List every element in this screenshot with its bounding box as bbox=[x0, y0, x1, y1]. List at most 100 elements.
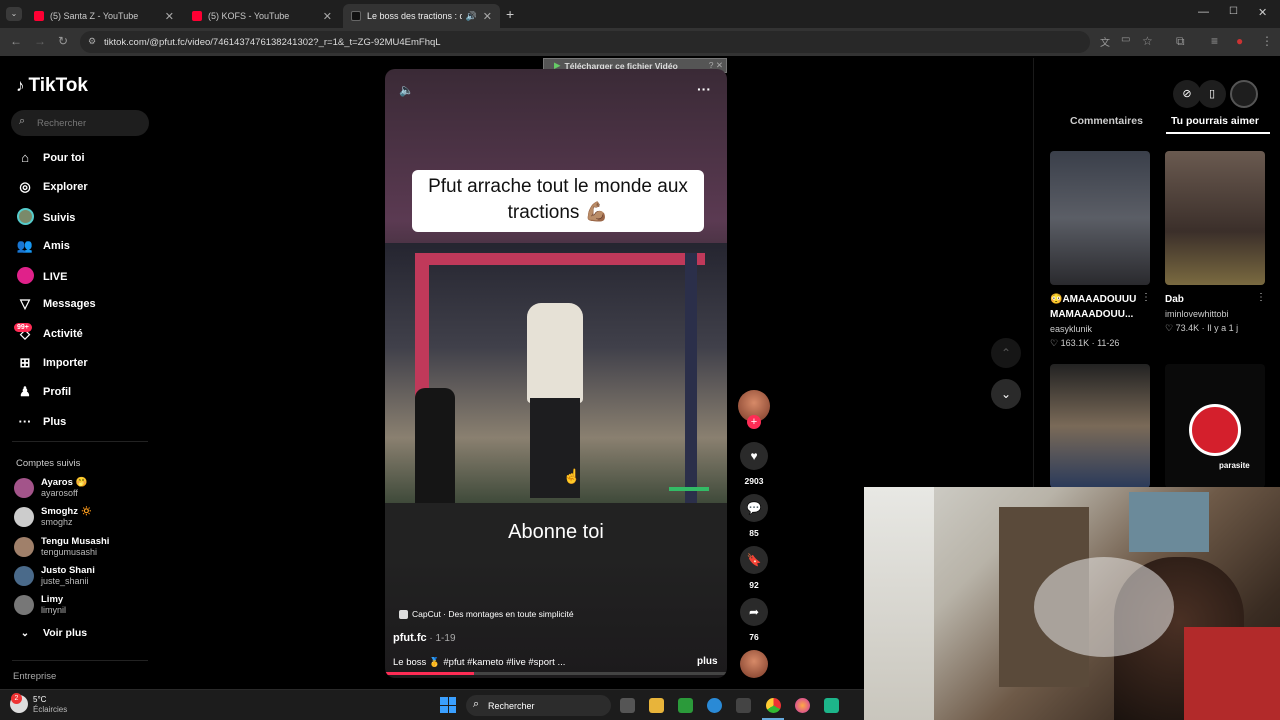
nvidia-icon[interactable] bbox=[678, 698, 693, 713]
parasite-label: parasite bbox=[1219, 461, 1250, 470]
like-button[interactable]: ♥ 2903 bbox=[738, 442, 770, 486]
video-progress-track[interactable] bbox=[385, 672, 727, 675]
tab-commentaires[interactable]: Commentaires bbox=[1070, 115, 1143, 127]
close-tab-icon[interactable]: ✕ bbox=[323, 10, 332, 23]
comment-button[interactable]: 💬 85 bbox=[738, 494, 770, 538]
back-icon[interactable]: ← bbox=[10, 34, 22, 48]
previous-video-button[interactable]: ⌃ bbox=[991, 338, 1021, 368]
speaker-icon[interactable]: 🔊 bbox=[466, 11, 477, 22]
tab-tiktok-active[interactable]: Le boss des tractions : défi 🔊 ✕ bbox=[343, 4, 500, 28]
file-explorer-icon[interactable] bbox=[649, 698, 664, 713]
profile-avatar[interactable] bbox=[1230, 80, 1258, 108]
follow-plus-icon[interactable]: + bbox=[747, 415, 761, 429]
video-description: Le boss 🥇 #pfut #kameto #live #sport ... bbox=[393, 657, 566, 668]
search-input[interactable]: ⌕ Rechercher bbox=[11, 110, 149, 136]
close-tab-icon[interactable]: ✕ bbox=[483, 10, 492, 23]
windows-start-icon[interactable] bbox=[440, 697, 456, 713]
suggested-video-thumbnail[interactable] bbox=[1050, 364, 1150, 488]
tab-tu-pourrais-aimer[interactable]: Tu pourrais aimer bbox=[1171, 115, 1259, 127]
extensions-icon[interactable]: ⧉ bbox=[1176, 34, 1185, 49]
avatar bbox=[14, 595, 34, 615]
followed-account[interactable]: Limy limynil bbox=[14, 594, 66, 616]
volume-icon[interactable]: 🔈 bbox=[399, 83, 414, 97]
card-more-icon[interactable]: ⋮ bbox=[1141, 292, 1151, 303]
next-video-button[interactable]: ⌄ bbox=[991, 379, 1021, 409]
share-button[interactable]: ➦ 76 bbox=[738, 598, 770, 642]
sidebar-item-profil[interactable]: ♟ Profil bbox=[16, 384, 71, 400]
more-options-icon[interactable]: ··· bbox=[697, 81, 711, 97]
tab-kofs[interactable]: (5) KOFS - YouTube ✕ bbox=[184, 4, 340, 28]
taskbar-search[interactable]: ⌕ Rechercher bbox=[466, 695, 611, 716]
more-link[interactable]: plus bbox=[697, 656, 718, 667]
site-info-icon[interactable]: ⚙ bbox=[88, 36, 96, 47]
url-field[interactable]: ⚙ tiktok.com/@pfut.fc/video/746143747613… bbox=[80, 31, 1090, 53]
capcut-link[interactable]: CapCut · Des montages en toute simplicit… bbox=[399, 609, 574, 619]
tiktok-logo[interactable]: ♪ TikTok bbox=[16, 75, 88, 97]
suggested-video-stats: ♡ 73.4K · Il y a 1 j bbox=[1165, 323, 1239, 333]
translate-icon[interactable]: 文 bbox=[1100, 34, 1110, 49]
suggested-video-author[interactable]: iminlovewhittobi bbox=[1165, 307, 1229, 321]
tab-santa-z[interactable]: (5) Santa Z - YouTube ✕ bbox=[26, 4, 182, 28]
new-tab-icon[interactable]: + bbox=[506, 6, 514, 22]
forward-icon[interactable]: → bbox=[34, 34, 46, 48]
sidebar-item-amis[interactable]: 👥 Amis bbox=[16, 238, 70, 254]
reload-icon[interactable]: ↻ bbox=[58, 34, 68, 48]
suggested-video-author[interactable]: easyklunik bbox=[1050, 322, 1092, 336]
capcut-icon bbox=[399, 609, 408, 619]
footer-entreprise[interactable]: Entreprise bbox=[13, 671, 56, 682]
app-icon[interactable] bbox=[824, 698, 839, 713]
edge-icon[interactable] bbox=[707, 698, 722, 713]
suggested-video-title[interactable]: 😳AMAAADOUUU MAMAAADOUU... bbox=[1050, 292, 1145, 322]
sidebar-item-pour-toi[interactable]: ⌂ Pour toi bbox=[16, 150, 85, 165]
sidebar-item-plus[interactable]: ··· Plus bbox=[16, 414, 67, 429]
tab-list-chevron-icon[interactable]: ⌄ bbox=[6, 7, 22, 21]
profile-icon[interactable]: ● bbox=[1236, 34, 1243, 48]
window-close-icon[interactable]: ✕ bbox=[1258, 6, 1267, 19]
firefox-icon[interactable] bbox=[795, 698, 810, 713]
more-icon: ··· bbox=[18, 414, 32, 429]
chrome-icon[interactable] bbox=[766, 698, 781, 713]
minimize-icon[interactable]: — bbox=[1198, 6, 1209, 18]
cast-icon[interactable]: ▭ bbox=[1121, 34, 1130, 45]
share-icon: ➦ bbox=[740, 598, 768, 626]
active-tab-indicator bbox=[1166, 132, 1270, 134]
video-player[interactable]: Pfut arrache tout le monde aux tractions… bbox=[385, 69, 727, 678]
sidebar-item-messages[interactable]: ▽ Messages bbox=[16, 296, 96, 312]
followed-account[interactable]: Justo Shani juste_shanii bbox=[14, 565, 95, 587]
suggested-video-stats: ♡ 163.1K · 11-26 bbox=[1050, 338, 1120, 348]
author-name[interactable]: pfut.fc · 1-19 bbox=[393, 632, 456, 644]
activity-badge: 99+ bbox=[14, 323, 32, 332]
avatar bbox=[14, 537, 34, 557]
device-icon[interactable]: ▯ bbox=[1198, 80, 1226, 108]
sidebar-item-live[interactable]: LIVE bbox=[16, 267, 67, 287]
suggested-video-thumbnail[interactable] bbox=[1165, 151, 1265, 285]
comment-icon: 💬 bbox=[740, 494, 768, 522]
explore-icon[interactable]: ⊘ bbox=[1173, 80, 1201, 108]
bookmark-star-icon[interactable]: ☆ bbox=[1142, 34, 1153, 48]
divider bbox=[12, 660, 148, 661]
followed-account[interactable]: Smoghz 🔅 smoghz bbox=[14, 506, 92, 528]
music-disc-icon[interactable] bbox=[740, 650, 768, 678]
card-more-icon[interactable]: ⋮ bbox=[1256, 292, 1266, 303]
profile-icon: ♟ bbox=[19, 384, 31, 399]
video-progress-fill bbox=[385, 672, 474, 675]
followed-accounts-title: Comptes suivis bbox=[16, 458, 81, 469]
video-subtitle: Abonne toi bbox=[508, 521, 604, 543]
suggested-video-thumbnail[interactable] bbox=[1050, 151, 1150, 285]
sidebar-item-suivis[interactable]: Suivis bbox=[16, 208, 75, 228]
followed-account[interactable]: Ayaros 🤭 ayarosoff bbox=[14, 477, 87, 499]
store-icon[interactable] bbox=[736, 698, 751, 713]
save-button[interactable]: 🔖 92 bbox=[738, 546, 770, 590]
suggested-video-thumbnail[interactable]: parasite bbox=[1165, 364, 1265, 488]
sidebar-item-explorer[interactable]: ◎ Explorer bbox=[16, 179, 87, 195]
maximize-icon[interactable]: ☐ bbox=[1229, 6, 1238, 17]
sidebar-item-importer[interactable]: ⊞ Importer bbox=[16, 355, 88, 371]
smoke-cloud bbox=[1034, 557, 1174, 657]
followed-account[interactable]: Tengu Musashi tengumusashi bbox=[14, 536, 109, 558]
suggested-video-title[interactable]: Dab bbox=[1165, 292, 1184, 307]
see-more-button[interactable]: ⌄ Voir plus bbox=[16, 627, 87, 639]
task-view-icon[interactable] bbox=[620, 698, 635, 713]
menu-kebab-icon[interactable]: ⋮ bbox=[1261, 34, 1273, 48]
media-icon[interactable]: ≡ bbox=[1211, 34, 1218, 48]
close-tab-icon[interactable]: ✕ bbox=[165, 10, 174, 23]
